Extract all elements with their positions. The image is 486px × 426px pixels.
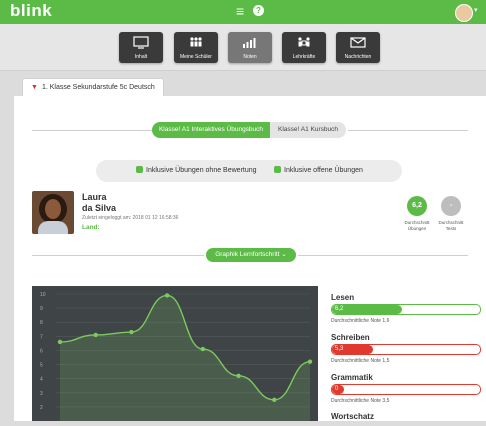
filter-open-exercises[interactable]: Inklusive offene Übungen — [274, 160, 363, 182]
skill-title-lesen: Lesen — [331, 293, 355, 302]
chart-y-tick-label: 8 — [40, 320, 43, 326]
skill-title-grammatik: Grammatik — [331, 373, 373, 382]
filter-no-rating-label: Inklusive Übungen ohne Bewertung — [146, 167, 257, 174]
chart-data-point[interactable] — [307, 359, 313, 364]
nav-messages-label: Nachrichten — [344, 54, 372, 60]
progress-chart: 10 9 8 7 6 5 4 3 2 — [32, 286, 318, 421]
graph-progress-label: Graphik Lernfortschritt — [215, 251, 280, 258]
teachers-icon — [298, 37, 310, 47]
skill-fill-lesen: 6,2 — [332, 305, 402, 314]
chart-data-point[interactable] — [236, 373, 241, 379]
top-bar: blink ≡ ? ▾ — [0, 0, 486, 24]
chart-data-point[interactable] — [129, 329, 134, 335]
chart-y-tick-label: 3 — [40, 391, 43, 397]
chart-data-point[interactable] — [272, 397, 277, 403]
divider — [32, 255, 204, 256]
filter-open-exercises-label: Inklusive offene Übungen — [284, 167, 363, 174]
envelope-icon — [350, 37, 366, 48]
main-nav: Inhalt Meine Schüler Noten Lehrkräfte Na… — [0, 24, 486, 71]
hamburger-icon[interactable]: ≡ — [236, 4, 244, 18]
nav-inhalt-button[interactable]: Inhalt — [119, 32, 163, 63]
nav-teachers-button[interactable]: Lehrkräfte — [282, 32, 326, 63]
book-toggle-interactive[interactable]: Klasse! A1 Interaktives Übungsbuch — [152, 122, 270, 138]
divider — [32, 130, 152, 131]
tab-class-label: 1. Klasse Sekundarstufe 5c Deutsch — [41, 84, 155, 91]
chevron-down-icon[interactable]: ▾ — [474, 6, 478, 14]
question-icon[interactable]: ? — [253, 5, 264, 16]
skill-fill-grammatik: 0 — [332, 385, 344, 394]
filter-bar: Inklusive Übungen ohne Bewertung Inklusi… — [96, 160, 402, 182]
book-toggle-kursbuch[interactable]: Klasse! A1 Kursbuch — [270, 122, 346, 138]
nav-students-label: Meine Schüler — [180, 54, 212, 60]
chart-y-tick-label: 7 — [40, 334, 43, 340]
nav-teachers-label: Lehrkräfte — [292, 54, 316, 60]
skill-title-schreiben: Schreiben — [331, 333, 370, 342]
nav-students-button[interactable]: Meine Schüler — [174, 32, 218, 63]
bar-chart-icon — [243, 38, 256, 48]
nav-noten-button[interactable]: Noten — [228, 32, 272, 63]
chart-area-fill — [60, 295, 310, 421]
chart-data-point[interactable] — [93, 332, 98, 338]
skill-bar-lesen: 6,2 — [331, 304, 481, 315]
nav-messages-button[interactable]: Nachrichten — [336, 32, 380, 63]
graph-progress-button[interactable]: Graphik Lernfortschritt ⌄ — [206, 248, 296, 262]
chart-y-tick-label: 6 — [40, 348, 43, 354]
chart-data-point[interactable] — [164, 293, 170, 298]
divider — [348, 130, 468, 131]
main-panel: Klasse! A1 Interaktives Übungsbuch Klass… — [14, 96, 486, 421]
student-first-name: Laura — [82, 192, 107, 202]
student-last-name: da Silva — [82, 203, 117, 213]
triangle-down-icon: ▼ — [31, 84, 38, 91]
user-avatar-icon[interactable] — [455, 4, 473, 22]
student-photo — [32, 191, 74, 234]
chart-y-tick-label: 9 — [40, 306, 43, 312]
student-last-login: Zuletzt eingeloggt am: 2018 01 12 16:58:… — [82, 215, 179, 221]
skill-title-wortschatz: Wortschatz — [331, 412, 374, 421]
student-land: Land: — [82, 224, 100, 231]
filter-no-rating[interactable]: Inklusive Übungen ohne Bewertung — [136, 160, 257, 182]
test-average-badge: - — [441, 196, 461, 216]
skill-bar-grammatik: 0 — [331, 384, 481, 395]
tab-class[interactable]: ▼ 1. Klasse Sekundarstufe 5c Deutsch — [22, 78, 164, 97]
chevron-down-icon: ⌄ — [281, 251, 287, 258]
chart-y-tick-label: 10 — [40, 292, 46, 298]
monitor-icon — [133, 36, 149, 49]
students-icon — [190, 37, 202, 47]
progress-chart-svg: 10 9 8 7 6 5 4 3 2 — [40, 292, 313, 421]
nav-noten-label: Noten — [243, 54, 257, 60]
skill-note-lesen: Durchschnittliche Note 1,6 — [331, 318, 390, 324]
chart-data-point[interactable] — [57, 339, 63, 345]
chart-y-tick-label: 4 — [40, 377, 43, 383]
checkbox-icon[interactable] — [136, 166, 143, 173]
app-logo[interactable]: blink — [10, 1, 52, 21]
exercise-average-label: Durchschnitt Übungen — [404, 220, 430, 231]
checkbox-icon[interactable] — [274, 166, 281, 173]
test-average-label: Durchschnitt Tests — [438, 220, 464, 231]
chart-y-tick-label: 2 — [40, 405, 43, 411]
skill-note-schreiben: Durchschnittliche Note 1,5 — [331, 358, 390, 364]
chart-y-tick-label: 5 — [40, 363, 43, 369]
nav-inhalt-label: Inhalt — [134, 54, 148, 60]
skill-note-grammatik: Durchschnittliche Note 3,5 — [331, 398, 390, 404]
exercise-average-badge: 6,2 — [407, 196, 427, 216]
chart-data-point[interactable] — [200, 346, 206, 352]
skill-fill-schreiben: 5,3 — [332, 345, 374, 354]
divider — [298, 255, 468, 256]
class-tabs: ▼ 1. Klasse Sekundarstufe 5c Deutsch — [14, 72, 486, 97]
skill-bar-schreiben: 5,3 — [331, 344, 481, 355]
